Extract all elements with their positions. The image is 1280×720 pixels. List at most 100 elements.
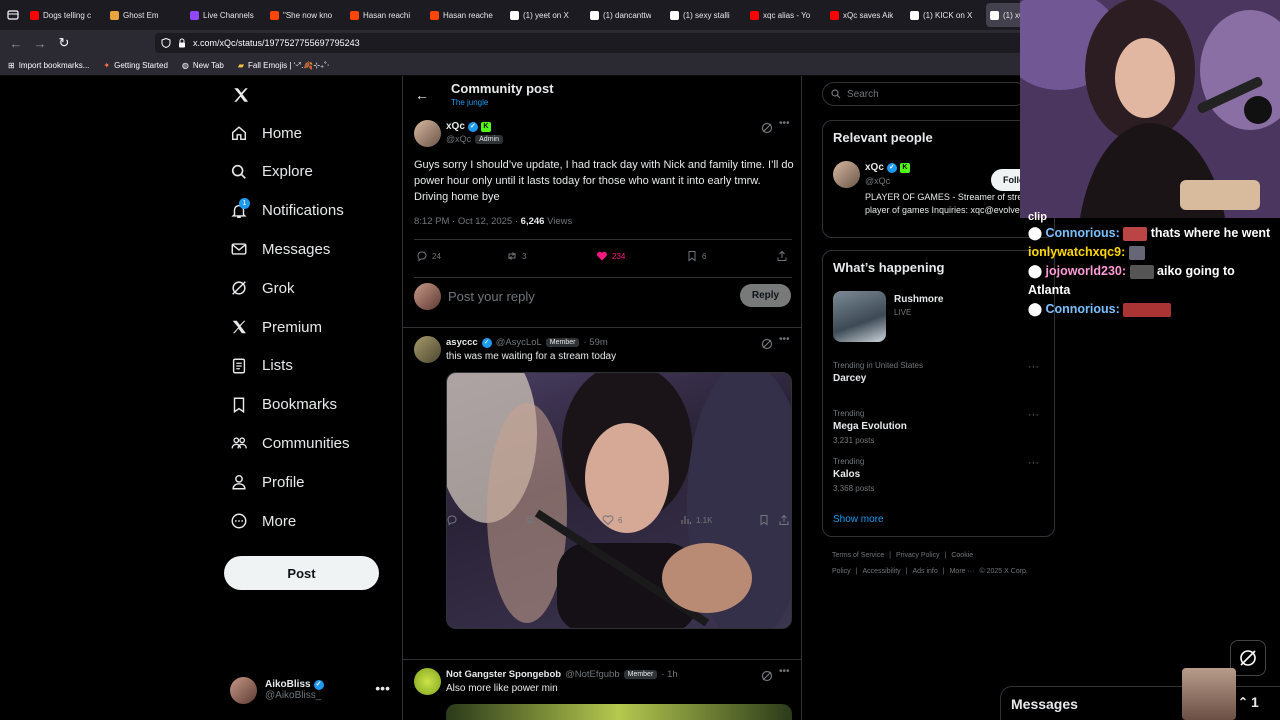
chat-badge-icon: ⬤ [1028,302,1042,316]
footer-link[interactable]: More ··· [950,568,975,575]
nav-item-explore[interactable]: Explore [230,163,313,181]
account-switcher[interactable]: AikoBliss ✓ @AikoBliss_ ••• [230,672,390,708]
browser-tab[interactable]: (1) KICK on X [906,0,986,30]
nav-item-lists[interactable]: Lists [230,357,293,375]
browser-tab[interactable]: Dogs telling c [26,0,106,30]
avatar[interactable] [414,120,441,147]
live-thumbnail[interactable] [833,291,886,342]
favicon-icon [910,10,919,20]
post-time[interactable]: · 59m [583,337,607,348]
trend-item[interactable]: Trending Kalos 3,368 posts ··· [833,457,1039,493]
browser-tab[interactable]: "She now kno [266,0,346,30]
author-handle[interactable]: @AsycLoL [496,337,542,348]
footer-link[interactable]: © 2025 X Corp. [979,568,1027,575]
back-arrow-icon[interactable]: ← [4,31,28,55]
avatar[interactable] [414,668,441,695]
browser-tab[interactable]: (1) dancanttw [586,0,666,30]
browser-tab[interactable]: xqc alias - Yo [746,0,826,30]
trend-context: Trending [833,409,865,418]
nav-item-more[interactable]: More [230,512,296,530]
person-name[interactable]: xQc [865,162,884,173]
like-action[interactable]: 6 [602,514,622,526]
bookmark-fall-emojis[interactable]: ▰ Fall Emojis | ‘ᵕ˟.🍂⊹₊˚‧ [238,61,330,70]
browser-tab[interactable]: Hasan reachi [346,0,426,30]
share-action[interactable] [776,250,788,262]
nav-label: Notifications [262,202,344,220]
more-dots-icon[interactable]: ··· [1028,409,1039,421]
community-name[interactable]: The jungle [451,98,488,107]
footer-link[interactable]: Terms of Service [832,552,884,559]
reply-action[interactable] [446,514,458,526]
nav-item-communities[interactable]: Communities [230,434,350,452]
bookmark-getting-started[interactable]: ✦ Getting Started [103,61,168,70]
nav-item-profile[interactable]: Profile [230,473,305,491]
nav-item-notifications[interactable]: 1 Notifications [230,197,344,220]
author-name[interactable]: asyccc [446,337,478,348]
media-image[interactable] [446,372,792,629]
like-action[interactable]: 234 [596,250,625,262]
forward-arrow-icon[interactable]: → [28,31,52,55]
more-dots-icon[interactable]: ••• [375,680,390,696]
nav-item-bookmarks[interactable]: Bookmarks [230,396,337,414]
author-handle[interactable]: @NotEfgubb [565,669,620,680]
more-dots-icon[interactable]: ••• [779,118,790,129]
more-dots-icon[interactable]: ··· [1028,361,1039,373]
reply-post[interactable]: Not Gangster Spongebob @NotEfgubb Member… [403,660,801,720]
reply-post[interactable]: asyccc ✓ @AsycLoL Member · 59m ••• this … [403,328,801,660]
post-button[interactable]: Post [224,556,379,590]
more-dots-icon[interactable]: ··· [1028,457,1039,469]
media-image[interactable] [446,704,792,720]
browser-tab[interactable]: (1) yeet on X [506,0,586,30]
repost-action[interactable] [524,514,536,526]
bookmark-new-tab[interactable]: ◍ New Tab [182,61,224,70]
footer-link[interactable]: Accessibility [863,568,901,575]
browser-tab[interactable]: Live Channels [186,0,266,30]
author-name[interactable]: Not Gangster Spongebob [446,669,561,680]
chevron-up-icon[interactable]: ⌃ [1238,695,1248,709]
nav-item-grok[interactable]: Grok [230,279,295,297]
trend-item[interactable]: Trending in United States Darcey ··· [833,361,1039,388]
author-handle[interactable]: @xQc [446,134,471,144]
grok-icon[interactable] [761,122,773,134]
views-action[interactable]: 1.1K [680,514,712,526]
reply-action[interactable]: 24 [416,250,441,262]
browser-tab[interactable]: Ghost Em [106,0,186,30]
grok-icon[interactable] [761,338,773,350]
post-time[interactable]: · 1h [661,669,677,680]
author-name[interactable]: xQc [446,121,465,132]
person-handle[interactable]: @xQc [865,176,890,186]
bookmark-import[interactable]: ⊞ Import bookmarks... [8,61,89,70]
browser-tab[interactable]: (1) sexy stalli [666,0,746,30]
address-bar[interactable]: x.com/xQc/status/1977527755697795243 [155,33,1035,53]
nav-item-messages[interactable]: Messages [230,240,330,258]
search-input[interactable]: Search [822,82,1027,106]
messages-drawer[interactable]: Messages ⌃ 1 [1000,686,1280,720]
nav-label: Profile [262,473,305,491]
live-title[interactable]: Rushmore [894,294,943,305]
show-more-link[interactable]: Show more [833,514,884,525]
avatar[interactable] [414,336,441,363]
reply-button[interactable]: Reply [740,284,791,307]
grok-icon[interactable] [761,670,773,682]
back-arrow-icon[interactable]: ← [415,87,429,103]
bookmark-action[interactable]: 6 [686,250,706,262]
more-dots-icon[interactable]: ••• [779,334,790,345]
tab-list-icon[interactable] [0,0,26,30]
avatar[interactable] [833,161,860,188]
share-action[interactable] [778,514,790,526]
nav-item-premium[interactable]: Premium [230,318,322,336]
reload-icon[interactable]: ↻ [52,31,76,55]
verified-icon: ✓ [467,121,478,132]
footer-link[interactable]: Ads info [912,568,937,575]
browser-tab[interactable]: Hasan reache [426,0,506,30]
more-dots-icon[interactable]: ••• [779,666,790,677]
nav-item-home[interactable]: Home [230,124,302,142]
repost-action[interactable]: 3 [506,250,526,262]
bookmark-action[interactable] [758,514,770,526]
x-logo-icon[interactable] [232,86,250,104]
post-time[interactable]: 8:12 PM · Oct 12, 2025 · [414,216,518,227]
browser-tab[interactable]: xQc saves Aik [826,0,906,30]
reply-input[interactable]: Post your reply [448,289,535,304]
footer-link[interactable]: Privacy Policy [896,552,940,559]
trend-item[interactable]: Trending Mega Evolution 3,231 posts ··· [833,409,1039,445]
